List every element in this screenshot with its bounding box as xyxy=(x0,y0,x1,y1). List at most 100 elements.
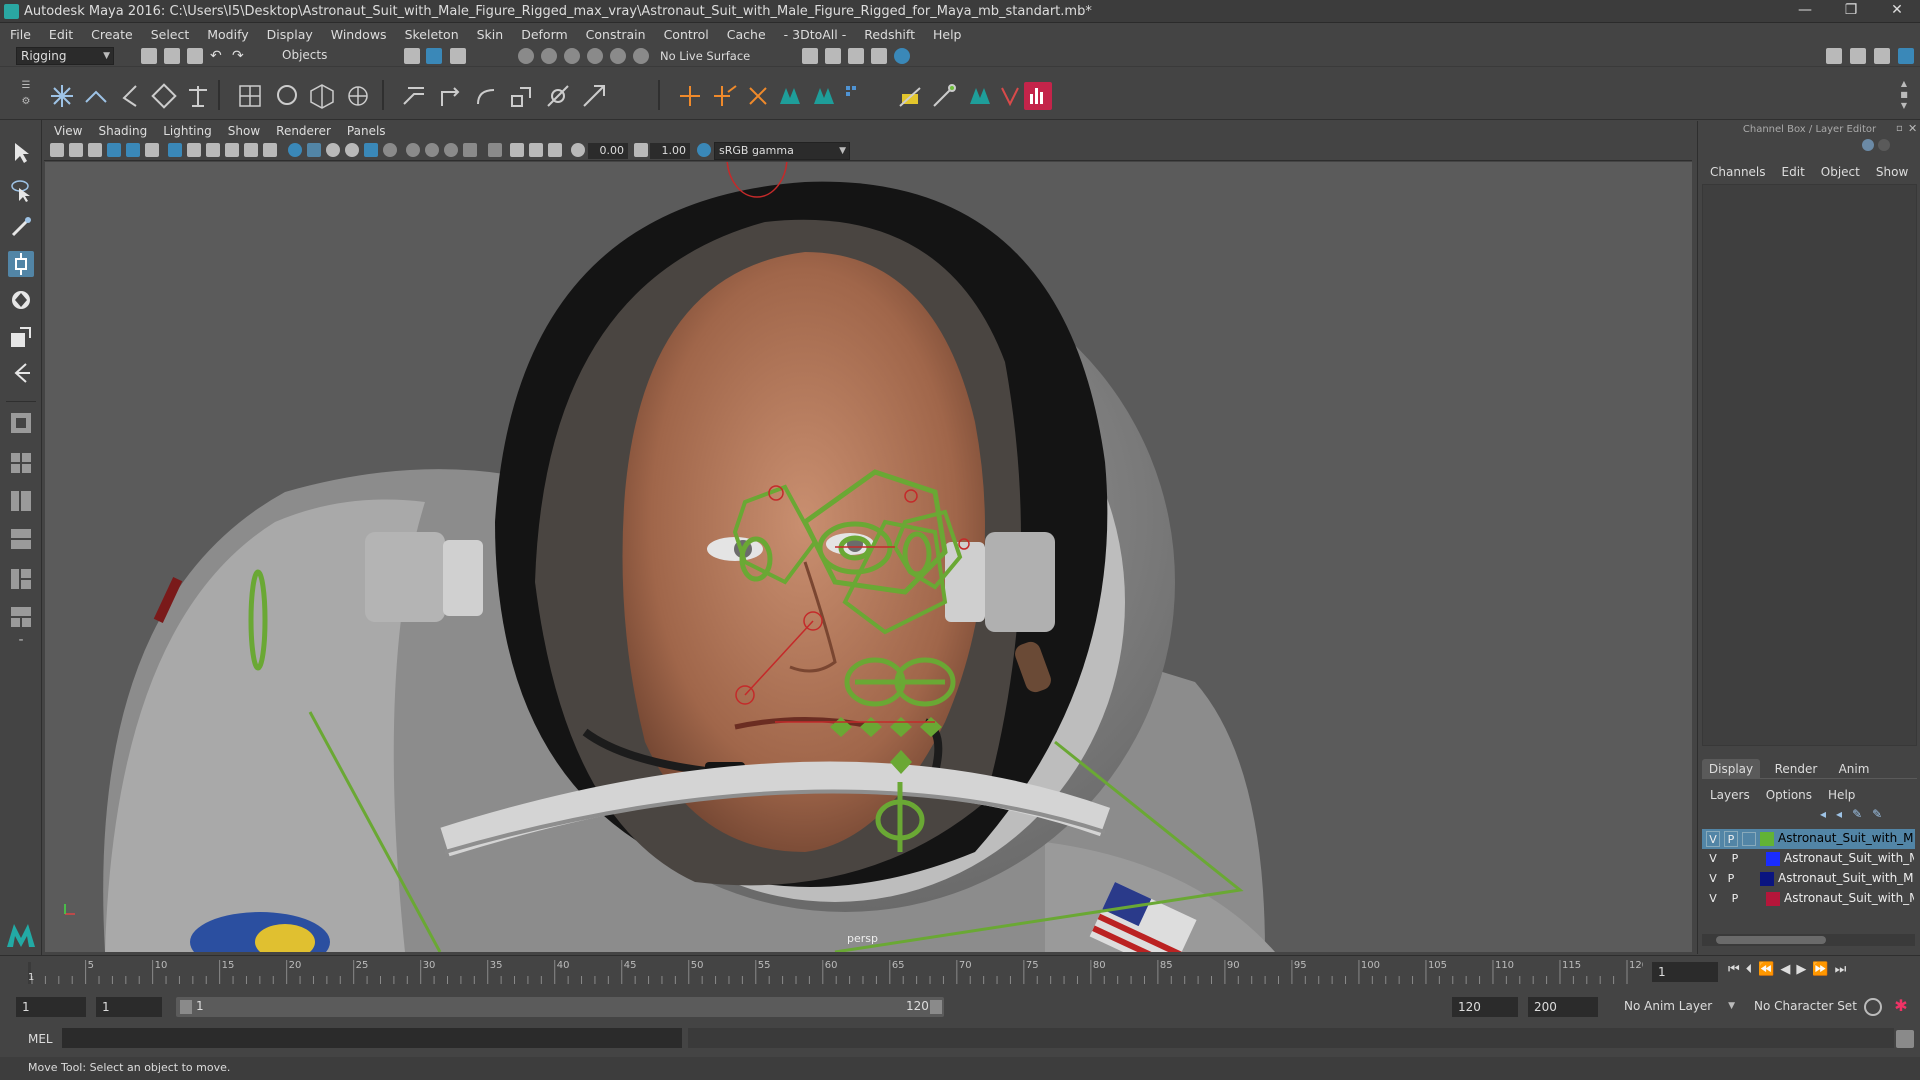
snap-live-icon[interactable] xyxy=(610,48,626,64)
panel-menu-shading[interactable]: Shading xyxy=(98,124,147,138)
snap-projected-icon[interactable] xyxy=(633,48,649,64)
tool-settings-icon[interactable] xyxy=(1874,48,1890,64)
new-layer-selected-icon[interactable]: ✎ xyxy=(1872,807,1892,821)
layer-name[interactable]: Astronaut_Suit_with_M xyxy=(1784,851,1914,865)
2d-pan-zoom-icon[interactable] xyxy=(126,143,140,157)
color-management-icon[interactable] xyxy=(697,143,711,157)
exposure-icon[interactable] xyxy=(571,143,585,157)
persp-outliner-layout-icon[interactable] xyxy=(8,488,34,514)
layer-horizontal-scrollbar[interactable] xyxy=(1702,934,1915,946)
play-back-icon[interactable]: ◀ xyxy=(1780,962,1796,977)
layer-name[interactable]: Astronaut_Suit_with_Ma xyxy=(1778,871,1914,885)
layer-visibility-toggle[interactable]: V xyxy=(1706,851,1720,867)
ambient-occlusion-icon[interactable] xyxy=(425,143,439,157)
xray-joints-icon[interactable] xyxy=(548,143,562,157)
menu-windows[interactable]: Windows xyxy=(331,27,387,42)
bookmark-icon[interactable] xyxy=(88,143,102,157)
selection-mode-dropdown[interactable]: Objects xyxy=(278,47,378,65)
persp-hypershade-layout-icon[interactable] xyxy=(8,566,34,592)
layer-visibility-toggle[interactable]: V xyxy=(1706,891,1720,907)
anti-aliasing-icon[interactable] xyxy=(463,143,477,157)
character-controls-icon[interactable] xyxy=(842,82,870,110)
layer-row[interactable]: V P Astronaut_Suit_with_M xyxy=(1702,849,1915,869)
create-cluster-icon[interactable] xyxy=(344,82,372,110)
orient-constraint-icon[interactable] xyxy=(472,82,500,110)
maximize-button[interactable]: ❐ xyxy=(1828,0,1874,23)
image-plane-icon[interactable] xyxy=(107,143,121,157)
layer-playback-toggle[interactable]: P xyxy=(1724,831,1738,847)
current-frame-field[interactable]: 1 xyxy=(1652,962,1718,982)
gate-mask-icon[interactable] xyxy=(225,143,239,157)
select-by-component-icon[interactable] xyxy=(450,48,466,64)
script-editor-icon[interactable] xyxy=(1896,1030,1914,1048)
layer-color-swatch[interactable] xyxy=(1766,892,1780,906)
snap-curve-icon[interactable] xyxy=(541,48,557,64)
create-lattice-icon[interactable] xyxy=(308,82,336,110)
menu-set-dropdown[interactable]: Rigging ▼ xyxy=(16,47,114,65)
mirror-joint-icon[interactable] xyxy=(116,82,144,110)
point-constraint-icon[interactable] xyxy=(436,82,464,110)
move-tool-icon[interactable] xyxy=(8,251,34,277)
select-by-hierarchy-icon[interactable] xyxy=(404,48,420,64)
xray-icon[interactable] xyxy=(510,143,524,157)
panel-menu-renderer[interactable]: Renderer xyxy=(276,124,331,138)
locator-icon[interactable] xyxy=(676,82,704,110)
new-layer-icon[interactable]: ✎ xyxy=(1852,807,1872,821)
step-back-key-icon[interactable]: ⏪ xyxy=(1758,962,1780,977)
save-scene-icon[interactable] xyxy=(187,48,203,64)
menu-create[interactable]: Create xyxy=(91,27,133,42)
orient-joint-icon[interactable] xyxy=(150,82,178,110)
use-all-lights-icon[interactable] xyxy=(383,143,397,157)
layer-row[interactable]: V P Astronaut_Suit_with_M xyxy=(1702,889,1915,909)
view-transform-dropdown[interactable]: sRGB gamma ▼ xyxy=(714,142,850,160)
layer-color-swatch[interactable] xyxy=(1760,872,1774,886)
menu-deform[interactable]: Deform xyxy=(521,27,567,42)
persp-viewport[interactable]: persp xyxy=(45,162,1692,952)
isolate-select-icon[interactable] xyxy=(488,143,502,157)
select-tool-icon[interactable] xyxy=(8,140,34,166)
layer-color-swatch[interactable] xyxy=(1760,832,1774,846)
menu-constrain[interactable]: Constrain xyxy=(586,27,646,42)
layout-more-icon[interactable]: - xyxy=(8,632,34,654)
range-end-handle[interactable] xyxy=(930,1000,942,1014)
time-slider[interactable]: 5 10 15 20 25 30 35 40 45 50 55 60 65 70 75 80 85 90 95 100… xyxy=(0,955,1920,985)
layer-row[interactable]: V P Astronaut_Suit_with_Mal xyxy=(1702,829,1915,849)
range-bar[interactable]: 1 120 xyxy=(176,997,944,1017)
ipr-render-icon[interactable] xyxy=(848,48,864,64)
camera-attributes-icon[interactable] xyxy=(69,143,83,157)
snap-grid-icon[interactable] xyxy=(518,48,534,64)
resolution-gate-icon[interactable] xyxy=(206,143,220,157)
bind-skin-icon[interactable] xyxy=(236,82,264,110)
step-back-frame-icon[interactable]: ⏴ xyxy=(1746,962,1759,977)
layer-playback-toggle[interactable]: P xyxy=(1724,871,1738,887)
snap-point-icon[interactable] xyxy=(564,48,580,64)
paint-skin-weights-icon[interactable] xyxy=(272,82,300,110)
scrollbar-thumb[interactable] xyxy=(1716,936,1826,944)
select-by-object-icon[interactable] xyxy=(426,48,442,64)
playback-start-field[interactable]: 1 xyxy=(96,997,162,1017)
script-language-label[interactable]: MEL xyxy=(28,1032,53,1046)
undo-icon[interactable]: ↶ xyxy=(210,48,226,64)
tab-anim[interactable]: Anim xyxy=(1828,759,1880,779)
auto-key-icon[interactable] xyxy=(1864,998,1882,1016)
channel-box-mode-icon[interactable] xyxy=(1862,139,1874,151)
menu-display[interactable]: Display xyxy=(267,27,313,42)
wireframe-icon[interactable] xyxy=(288,143,302,157)
open-scene-icon[interactable] xyxy=(164,48,180,64)
textured-icon[interactable] xyxy=(364,143,378,157)
animation-end-field[interactable]: 200 xyxy=(1528,997,1598,1017)
menu-edit[interactable]: Edit xyxy=(49,27,73,42)
render-view-icon[interactable] xyxy=(802,48,818,64)
grease-pencil-icon[interactable] xyxy=(145,143,159,157)
playback-end-field[interactable]: 120 xyxy=(1452,997,1518,1017)
aim-constraint-icon[interactable] xyxy=(544,82,572,110)
panel-menu-panels[interactable]: Panels xyxy=(347,124,386,138)
hypershade-icon[interactable] xyxy=(894,48,910,64)
render-current-frame-icon[interactable] xyxy=(825,48,841,64)
layer-color-swatch[interactable] xyxy=(1766,852,1780,866)
use-default-material-icon[interactable] xyxy=(326,143,340,157)
motion-blur-icon[interactable] xyxy=(444,143,458,157)
create-joints-icon[interactable] xyxy=(48,82,76,110)
play-forward-icon[interactable]: ▶ xyxy=(1796,962,1812,977)
layer-row[interactable]: V P Astronaut_Suit_with_Ma xyxy=(1702,869,1915,889)
